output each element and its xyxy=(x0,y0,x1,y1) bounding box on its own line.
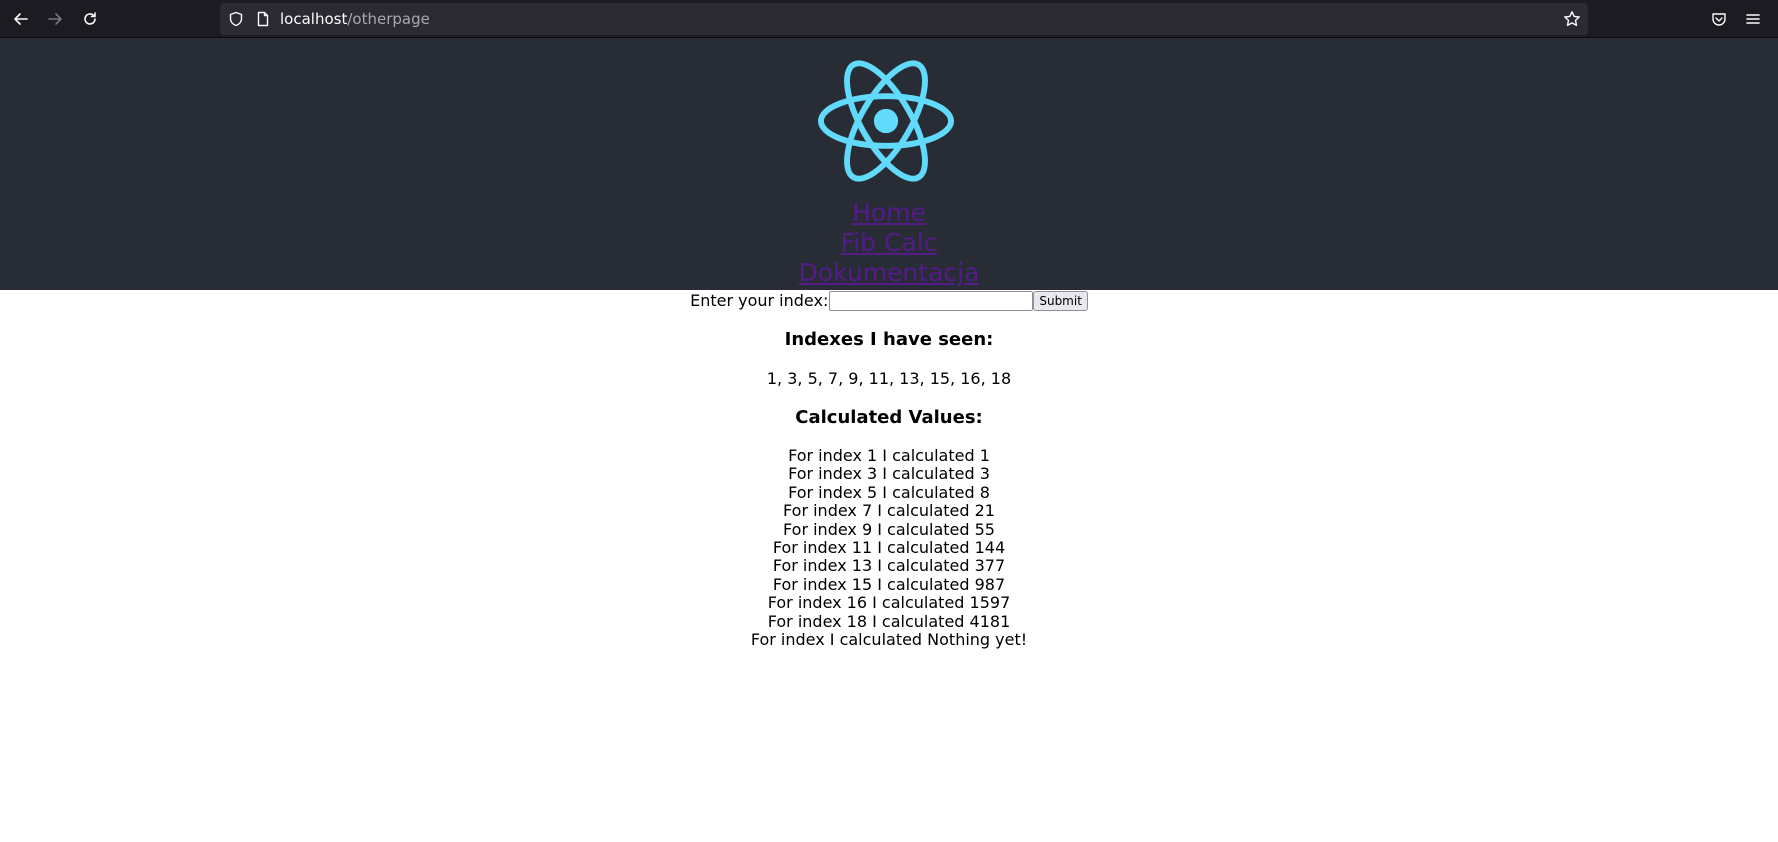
calculated-values-heading: Calculated Values: xyxy=(795,407,983,428)
list-item: For index 16 I calculated 1597 xyxy=(767,593,1011,613)
calculated-values-list: For index 1 I calculated 1 For index 3 I… xyxy=(0,446,1778,650)
index-form: Enter your index: Submit xyxy=(0,291,1778,311)
shield-icon[interactable] xyxy=(228,11,244,27)
list-item: For index 3 I calculated 3 xyxy=(788,464,990,484)
list-item: For index 9 I calculated 55 xyxy=(783,519,995,539)
back-button[interactable] xyxy=(8,6,34,32)
url-bar[interactable]: localhost/otherpage xyxy=(220,3,1588,35)
nav-link-home[interactable]: Home xyxy=(0,198,1778,228)
nav-link-dokumentacja[interactable]: Dokumentacja xyxy=(0,258,1778,288)
bookmark-star-icon[interactable] xyxy=(1563,10,1581,28)
seen-indexes-list: 1, 3, 5, 7, 9, 11, 13, 15, 16, 18 xyxy=(766,369,1012,388)
url-path: /otherpage xyxy=(347,10,430,28)
index-input[interactable] xyxy=(829,291,1034,311)
menu-button[interactable] xyxy=(1740,6,1766,32)
list-item: For index 15 I calculated 987 xyxy=(772,574,1006,594)
url-text[interactable]: localhost/otherpage xyxy=(280,3,430,35)
reload-button[interactable] xyxy=(77,6,103,32)
page-icon[interactable] xyxy=(255,11,271,27)
main-content: Enter your index: Submit Indexes I have … xyxy=(0,290,1778,649)
index-label: Enter your index: xyxy=(690,291,829,310)
hamburger-menu-icon xyxy=(1746,14,1760,24)
list-item: For index 7 I calculated 21 xyxy=(783,501,995,521)
list-item: For index 13 I calculated 377 xyxy=(772,556,1006,576)
list-item: For index 11 I calculated 144 xyxy=(772,538,1006,558)
submit-button[interactable]: Submit xyxy=(1033,291,1088,311)
list-item: For index 5 I calculated 8 xyxy=(788,482,990,502)
back-arrow-icon xyxy=(14,13,28,25)
forward-arrow-icon xyxy=(48,13,62,25)
react-logo-icon xyxy=(818,60,954,182)
pocket-icon xyxy=(1712,13,1726,26)
browser-toolbar: localhost/otherpage xyxy=(0,0,1778,38)
app-header: Home Fib Calc Dokumentacja xyxy=(0,38,1778,290)
url-host: localhost xyxy=(280,10,348,28)
reload-icon xyxy=(84,12,96,25)
list-item: For index I calculated Nothing yet! xyxy=(750,630,1028,650)
forward-button[interactable] xyxy=(42,6,68,32)
list-item: For index 18 I calculated 4181 xyxy=(767,611,1011,631)
seen-indexes-heading: Indexes I have seen: xyxy=(784,329,994,350)
nav-link-fib-calc[interactable]: Fib Calc xyxy=(0,228,1778,258)
list-item: For index 1 I calculated 1 xyxy=(788,446,990,465)
nav-links: Home Fib Calc Dokumentacja xyxy=(0,198,1778,288)
pocket-button[interactable] xyxy=(1706,6,1732,32)
